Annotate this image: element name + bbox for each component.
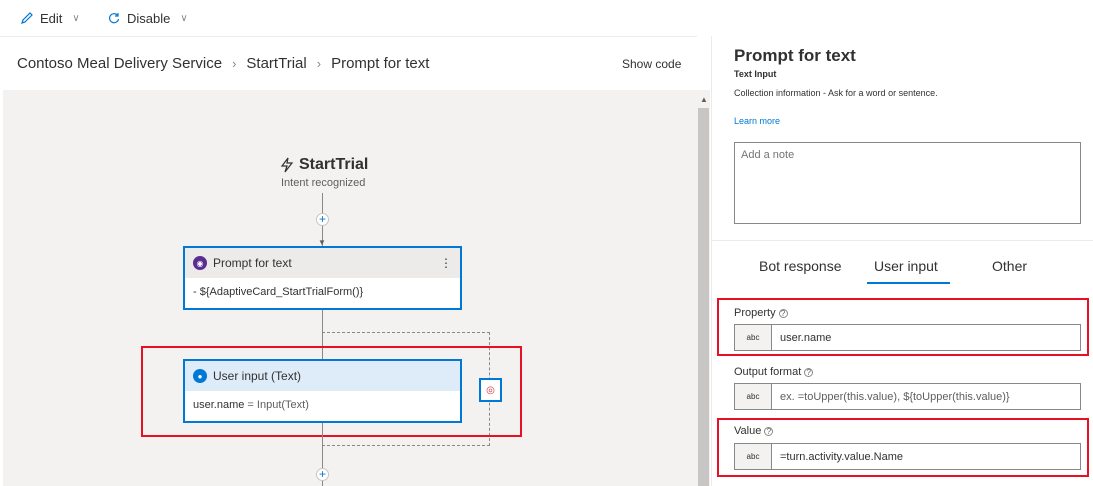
panel-description: Collection information - Ask for a word …	[734, 88, 938, 98]
active-tab-indicator	[867, 282, 950, 284]
tab-bot-response[interactable]: Bot response	[759, 258, 842, 274]
learn-more-link[interactable]: Learn more	[734, 116, 780, 126]
breadcrumb: Contoso Meal Delivery Service › StartTri…	[17, 55, 429, 72]
node-body: - ${AdaptiveCard_StartTrialForm()}	[193, 286, 364, 298]
output-format-field[interactable]: abc ex. =toUpper(this.value), ${toUpper(…	[734, 383, 1081, 410]
scrollbar-thumb[interactable]	[698, 108, 709, 486]
output-format-label: Output format ?	[734, 366, 814, 378]
lightning-icon	[280, 157, 294, 173]
add-note-textarea[interactable]	[734, 142, 1081, 224]
add-node-plus-icon[interactable]: +	[316, 213, 329, 226]
trigger-subtitle: Intent recognized	[281, 177, 366, 189]
tab-user-input[interactable]: User input	[874, 258, 938, 274]
help-icon[interactable]: ?	[804, 367, 814, 377]
more-options-icon[interactable]: ⋮	[440, 256, 452, 270]
type-prefix: abc	[735, 384, 772, 409]
breadcrumb-item-current: Prompt for text	[331, 55, 430, 72]
edit-button[interactable]: Edit ∨	[20, 7, 80, 29]
chevron-down-icon: ∨	[180, 12, 188, 24]
toolbar: Edit ∨ Disable ∨	[0, 0, 1093, 36]
pencil-icon	[21, 12, 33, 24]
breadcrumb-item-trigger[interactable]: StartTrial	[246, 55, 306, 72]
add-node-plus-icon[interactable]: +	[316, 468, 329, 481]
scroll-up-arrow-icon[interactable]: ▲	[700, 95, 708, 104]
breadcrumb-item-bot[interactable]: Contoso Meal Delivery Service	[17, 55, 222, 72]
highlight-box-value	[717, 418, 1089, 477]
breadcrumb-separator-icon: ›	[232, 56, 237, 71]
breadcrumb-separator-icon: ›	[316, 56, 322, 71]
trigger-name: StartTrial	[299, 156, 369, 173]
output-format-placeholder[interactable]: ex. =toUpper(this.value), ${toUpper(this…	[772, 384, 1080, 409]
show-code-button[interactable]: Show code	[622, 57, 681, 71]
bot-icon: ◉	[193, 256, 207, 270]
chevron-down-icon: ∨	[72, 12, 80, 24]
edit-label: Edit	[40, 10, 63, 26]
panel-separator	[712, 240, 1093, 241]
trigger-title[interactable]: StartTrial	[280, 156, 368, 174]
refresh-icon	[108, 13, 120, 24]
highlight-box-node	[141, 346, 522, 437]
node-title: Prompt for text	[213, 256, 292, 270]
tab-other[interactable]: Other	[992, 258, 1027, 274]
panel-title: Prompt for text	[734, 46, 856, 65]
panel-subtitle: Text Input	[734, 69, 777, 79]
highlight-box-property	[717, 298, 1089, 356]
output-format-label-text: Output format	[734, 366, 802, 378]
prompt-for-text-node[interactable]: ◉ Prompt for text ⋮ - ${AdaptiveCard_Sta…	[183, 246, 462, 310]
disable-button[interactable]: Disable ∨	[107, 7, 188, 29]
canvas-header: Contoso Meal Delivery Service › StartTri…	[0, 36, 697, 90]
panel-divider	[711, 36, 712, 486]
disable-label: Disable	[127, 10, 171, 26]
node-header: ◉ Prompt for text ⋮	[185, 248, 460, 278]
